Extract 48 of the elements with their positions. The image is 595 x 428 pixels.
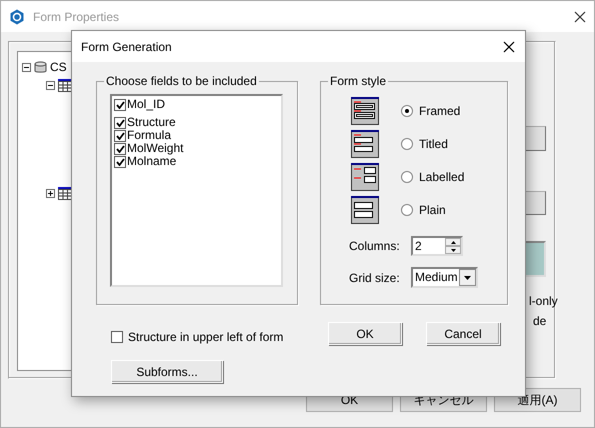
checkbox[interactable] [111, 331, 123, 343]
checkbox[interactable] [114, 130, 126, 142]
group-title: Form style [329, 74, 388, 88]
radio-button[interactable] [401, 138, 413, 150]
form-layout-icon [351, 130, 379, 158]
radio-button[interactable] [401, 104, 413, 116]
app-logo-icon [9, 8, 25, 24]
field-label[interactable]: Structure [127, 116, 176, 129]
ok-button[interactable]: OK [328, 322, 402, 345]
field-label[interactable]: Formula [127, 129, 172, 142]
collapse-icon[interactable] [22, 62, 31, 72]
close-icon[interactable] [503, 40, 515, 52]
option-label: l-only [529, 294, 558, 308]
close-icon[interactable] [574, 10, 586, 22]
field-label: Columns: [349, 239, 401, 253]
field-label[interactable]: Molname [127, 155, 176, 168]
field-label: Grid size: [349, 270, 401, 284]
field-label[interactable]: MolWeight [127, 142, 184, 155]
collapse-icon[interactable] [46, 80, 55, 90]
dialog-title: Form Generation [81, 40, 172, 54]
grid-size-dropdown[interactable]: Medium [411, 267, 478, 288]
radio-label[interactable]: Framed [419, 104, 460, 118]
table-icon [58, 186, 72, 200]
radio-label[interactable]: Titled [419, 136, 448, 150]
checkbox-label[interactable]: Structure in upper left of form [128, 330, 284, 344]
checkbox[interactable] [114, 156, 126, 168]
form-layout-icon [351, 162, 379, 190]
table-icon [58, 78, 72, 92]
checkbox[interactable] [114, 142, 126, 154]
option-label: de [533, 314, 546, 328]
group-title: Choose fields to be included [105, 74, 258, 88]
subforms-button[interactable]: Subforms... [111, 360, 223, 383]
field-label[interactable]: Mol_ID [127, 98, 166, 111]
radio-button[interactable] [401, 204, 413, 216]
expand-icon[interactable] [46, 188, 55, 198]
checkbox[interactable] [114, 98, 126, 110]
tree-item-label[interactable]: CS [50, 60, 67, 74]
window-title: Form Properties [33, 10, 120, 24]
form-layout-icon [351, 96, 379, 124]
database-icon [34, 61, 47, 73]
columns-spinner[interactable]: 2 [411, 236, 463, 256]
radio-button[interactable] [401, 170, 413, 182]
check-icon [116, 100, 124, 108]
cancel-button[interactable]: Cancel [426, 322, 500, 345]
radio-label[interactable]: Plain [419, 202, 446, 216]
checkbox[interactable] [114, 116, 126, 128]
radio-label[interactable]: Labelled [419, 170, 464, 184]
form-layout-icon [351, 196, 379, 224]
